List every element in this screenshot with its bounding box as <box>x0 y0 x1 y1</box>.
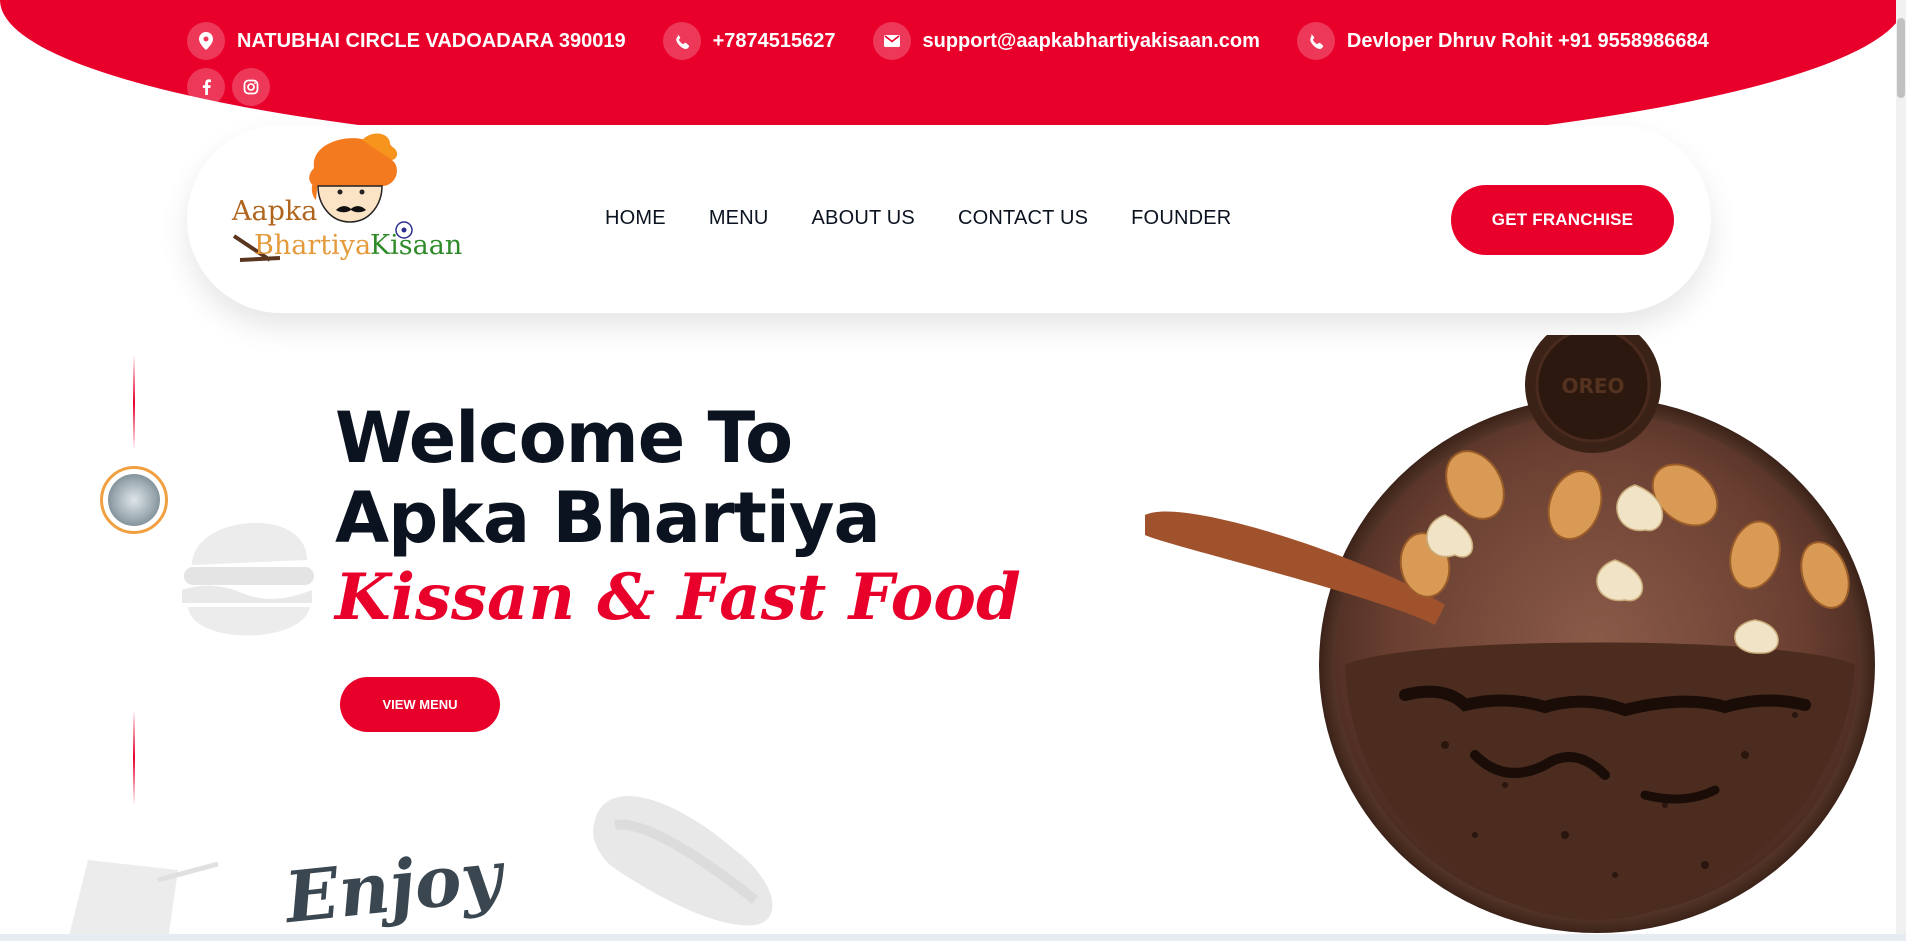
phone-icon <box>662 22 701 60</box>
logo-text-bhartiya: Bhartiya <box>254 230 372 261</box>
contact-phone[interactable]: +7874515627 <box>662 22 836 60</box>
hero-heading: Welcome To Apka Bhartiya Kissan & Fast F… <box>335 398 1021 636</box>
nav-home[interactable]: HOME <box>605 207 666 230</box>
location-pin-icon <box>187 22 225 60</box>
phone-text: +7874515627 <box>712 29 836 52</box>
hotdog-icon <box>593 796 773 926</box>
contact-email[interactable]: support@aapkabhartiyakisaan.com <box>872 22 1260 60</box>
developer-text: Devloper Dhruv Rohit +91 9558986684 <box>1346 29 1709 52</box>
svg-text:OREO: OREO <box>1561 374 1624 398</box>
thumbnail-image <box>108 474 160 526</box>
brand-logo[interactable]: Aapka Bhartiya Kisaan <box>232 130 472 290</box>
nav-about-us[interactable]: ABOUT US <box>812 207 915 230</box>
get-franchise-button[interactable]: GET FRANCHISE <box>1451 185 1674 255</box>
nav-menu[interactable]: MENU <box>709 207 769 230</box>
main-navbar: Aapka Bhartiya Kisaan HOME MENU ABOUT US… <box>187 125 1711 313</box>
email-text: support@aapkabhartiyakisaan.com <box>922 29 1260 52</box>
instagram-icon[interactable] <box>232 68 270 106</box>
scrollbar-thumb[interactable] <box>1897 18 1905 98</box>
slider-line-top <box>133 355 135 450</box>
slider-line-bottom <box>133 710 135 805</box>
drink-cup-icon <box>68 860 219 940</box>
hero-title-line2: Apka Bhartiya <box>335 477 881 559</box>
contact-info-row: NATUBHAI CIRCLE VADOADARA 390019 +787451… <box>187 22 1746 60</box>
nav-contact-us[interactable]: CONTACT US <box>958 207 1088 230</box>
burger-icon <box>182 522 314 636</box>
phone-icon <box>1296 22 1335 60</box>
mail-icon <box>872 22 911 60</box>
enjoy-script-text: Enjoy <box>281 833 506 940</box>
hero-title-line3: Kissan & Fast Food <box>335 560 1021 635</box>
contact-address: NATUBHAI CIRCLE VADOADARA 390019 <box>187 22 626 60</box>
slider-thumbnail[interactable] <box>100 466 168 534</box>
nav-founder[interactable]: FOUNDER <box>1131 207 1231 230</box>
page-scrollbar[interactable] <box>1896 0 1906 941</box>
social-links <box>187 68 277 106</box>
facebook-icon[interactable] <box>187 68 225 106</box>
bottom-strip <box>0 934 1906 941</box>
chocolate-bowl-image: OREO <box>1145 335 1875 933</box>
contact-developer[interactable]: Devloper Dhruv Rohit +91 9558986684 <box>1296 22 1709 60</box>
logo-text-aapka: Aapka <box>232 196 318 227</box>
address-text: NATUBHAI CIRCLE VADOADARA 390019 <box>237 29 626 52</box>
primary-nav: HOME MENU ABOUT US CONTACT US FOUNDER <box>605 207 1274 230</box>
logo-text-kisaan: Kisaan <box>370 230 463 261</box>
hero-title-line1: Welcome To <box>335 397 793 479</box>
view-menu-button[interactable]: VIEW MENU <box>340 677 500 732</box>
